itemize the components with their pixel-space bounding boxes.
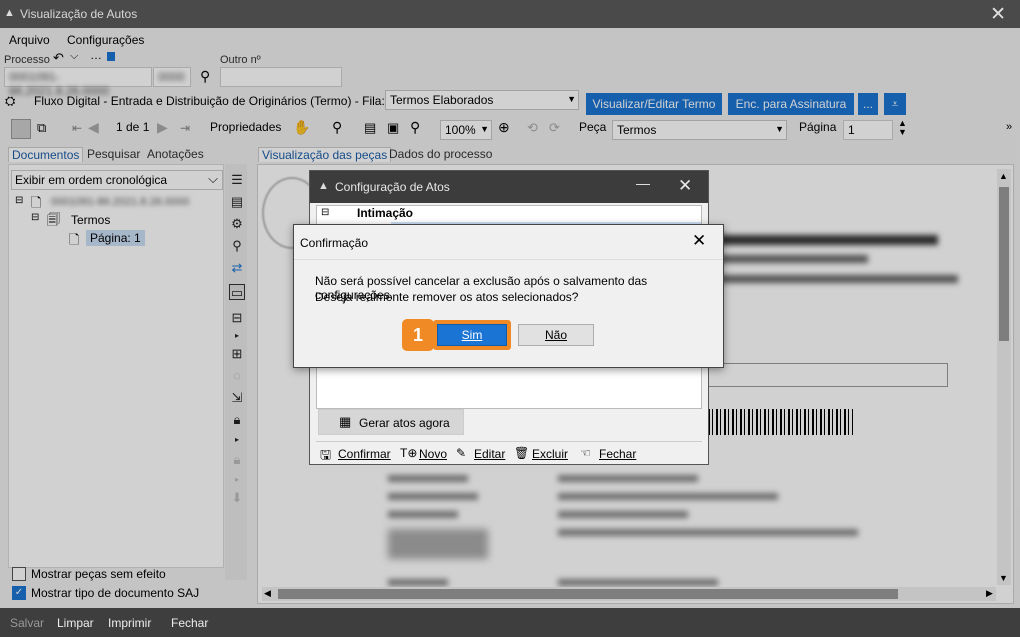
close-icon[interactable]: ✕ [990,3,1006,26]
dialog-title: Confirmação [300,236,369,250]
qr-icon: ▦ [339,414,352,429]
dialog-message-line2: Deseja realmente remover os atos selecio… [315,290,579,304]
app-icon: ▲ [318,180,329,192]
close-icon[interactable]: ✕ [692,231,706,251]
config-title-bar: ▲ Configuração de Atos — ✕ [310,171,708,203]
hand-icon: ☜ [580,446,591,460]
config-title: Configuração de Atos [335,180,450,194]
dialog-body: Não será possível cancelar a exclusão ap… [294,259,723,367]
app-icon: ▲ [4,7,15,19]
gerar-atos-button[interactable]: ▦ Gerar atos agora [318,409,464,435]
salvar-button[interactable]: Salvar [10,616,44,630]
new-icon: T⊕ [400,446,418,460]
confirmar-button[interactable]: Confirmar [338,447,391,461]
window-title: Visualização de Autos [20,7,138,21]
gerar-atos-label: Gerar atos agora [359,416,450,430]
close-icon[interactable]: ✕ [678,176,692,196]
fechar-button[interactable]: Fechar [171,616,208,630]
status-bar: Salvar Limpar Imprimir Fechar [0,608,1020,637]
dialog-title-bar: Confirmação ✕ [294,225,723,259]
trash-icon: 🗑︎ [514,446,530,460]
sim-button[interactable]: Sim [437,324,507,346]
edit-icon: ✎ [456,446,467,460]
novo-button[interactable]: Novo [419,447,447,461]
group-intimacao: Intimação [357,206,414,220]
confirmation-dialog: Confirmação ✕ Não será possível cancelar… [293,224,724,368]
minimize-icon[interactable]: — [636,175,650,191]
limpar-button[interactable]: Limpar [57,616,94,630]
step-badge: 1 [402,319,434,351]
save-icon: 🖫 [320,447,332,462]
config-toolbar: 🖫 Confirmar T⊕ Novo ✎ Editar 🗑︎ Excluir … [316,441,702,463]
fechar-cfg-button[interactable]: Fechar [599,447,636,461]
title-bar: ▲ Visualização de Autos ✕ [0,0,1020,28]
imprimir-button[interactable]: Imprimir [108,616,151,630]
excluir-button[interactable]: Excluir [532,447,568,461]
collapse-icon[interactable]: ⊟ [321,207,329,218]
nao-button[interactable]: Não [518,324,594,346]
editar-button[interactable]: Editar [474,447,505,461]
